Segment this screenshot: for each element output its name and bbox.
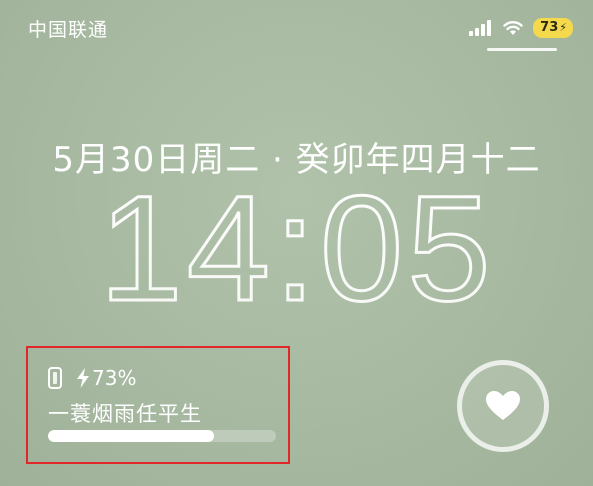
clock-time: 14:05 xyxy=(99,188,494,318)
charging-bolt-icon: ⚡ xyxy=(559,21,567,34)
bolt-icon xyxy=(76,368,90,388)
battery-widget-header: 73% xyxy=(48,366,136,390)
battery-widget[interactable]: 73% 一蓑烟雨任平生 xyxy=(26,346,290,464)
device-name: 一蓑烟雨任平生 xyxy=(48,402,202,426)
carrier-name: 中国联通 xyxy=(28,19,109,41)
battery-indicator: 73 ⚡ xyxy=(533,18,573,38)
control-center-indicator[interactable] xyxy=(487,48,557,51)
wifi-icon xyxy=(503,20,523,36)
battery-percent: 73% xyxy=(76,366,136,390)
signal-icon xyxy=(469,20,493,36)
battery-progress-fill xyxy=(48,430,215,442)
heart-widget[interactable] xyxy=(457,360,549,452)
battery-progress-track xyxy=(48,430,276,442)
status-bar-right: 73 ⚡ xyxy=(469,16,573,40)
lock-date: 5月30日周二 · 癸卯年四月十二 xyxy=(52,140,541,180)
battery-level-text: 73 xyxy=(540,20,559,35)
phone-icon xyxy=(48,367,62,389)
heart-icon xyxy=(486,391,520,421)
lock-clock: 14:05 xyxy=(0,188,593,318)
battery-percent-label: 73% xyxy=(92,366,137,390)
